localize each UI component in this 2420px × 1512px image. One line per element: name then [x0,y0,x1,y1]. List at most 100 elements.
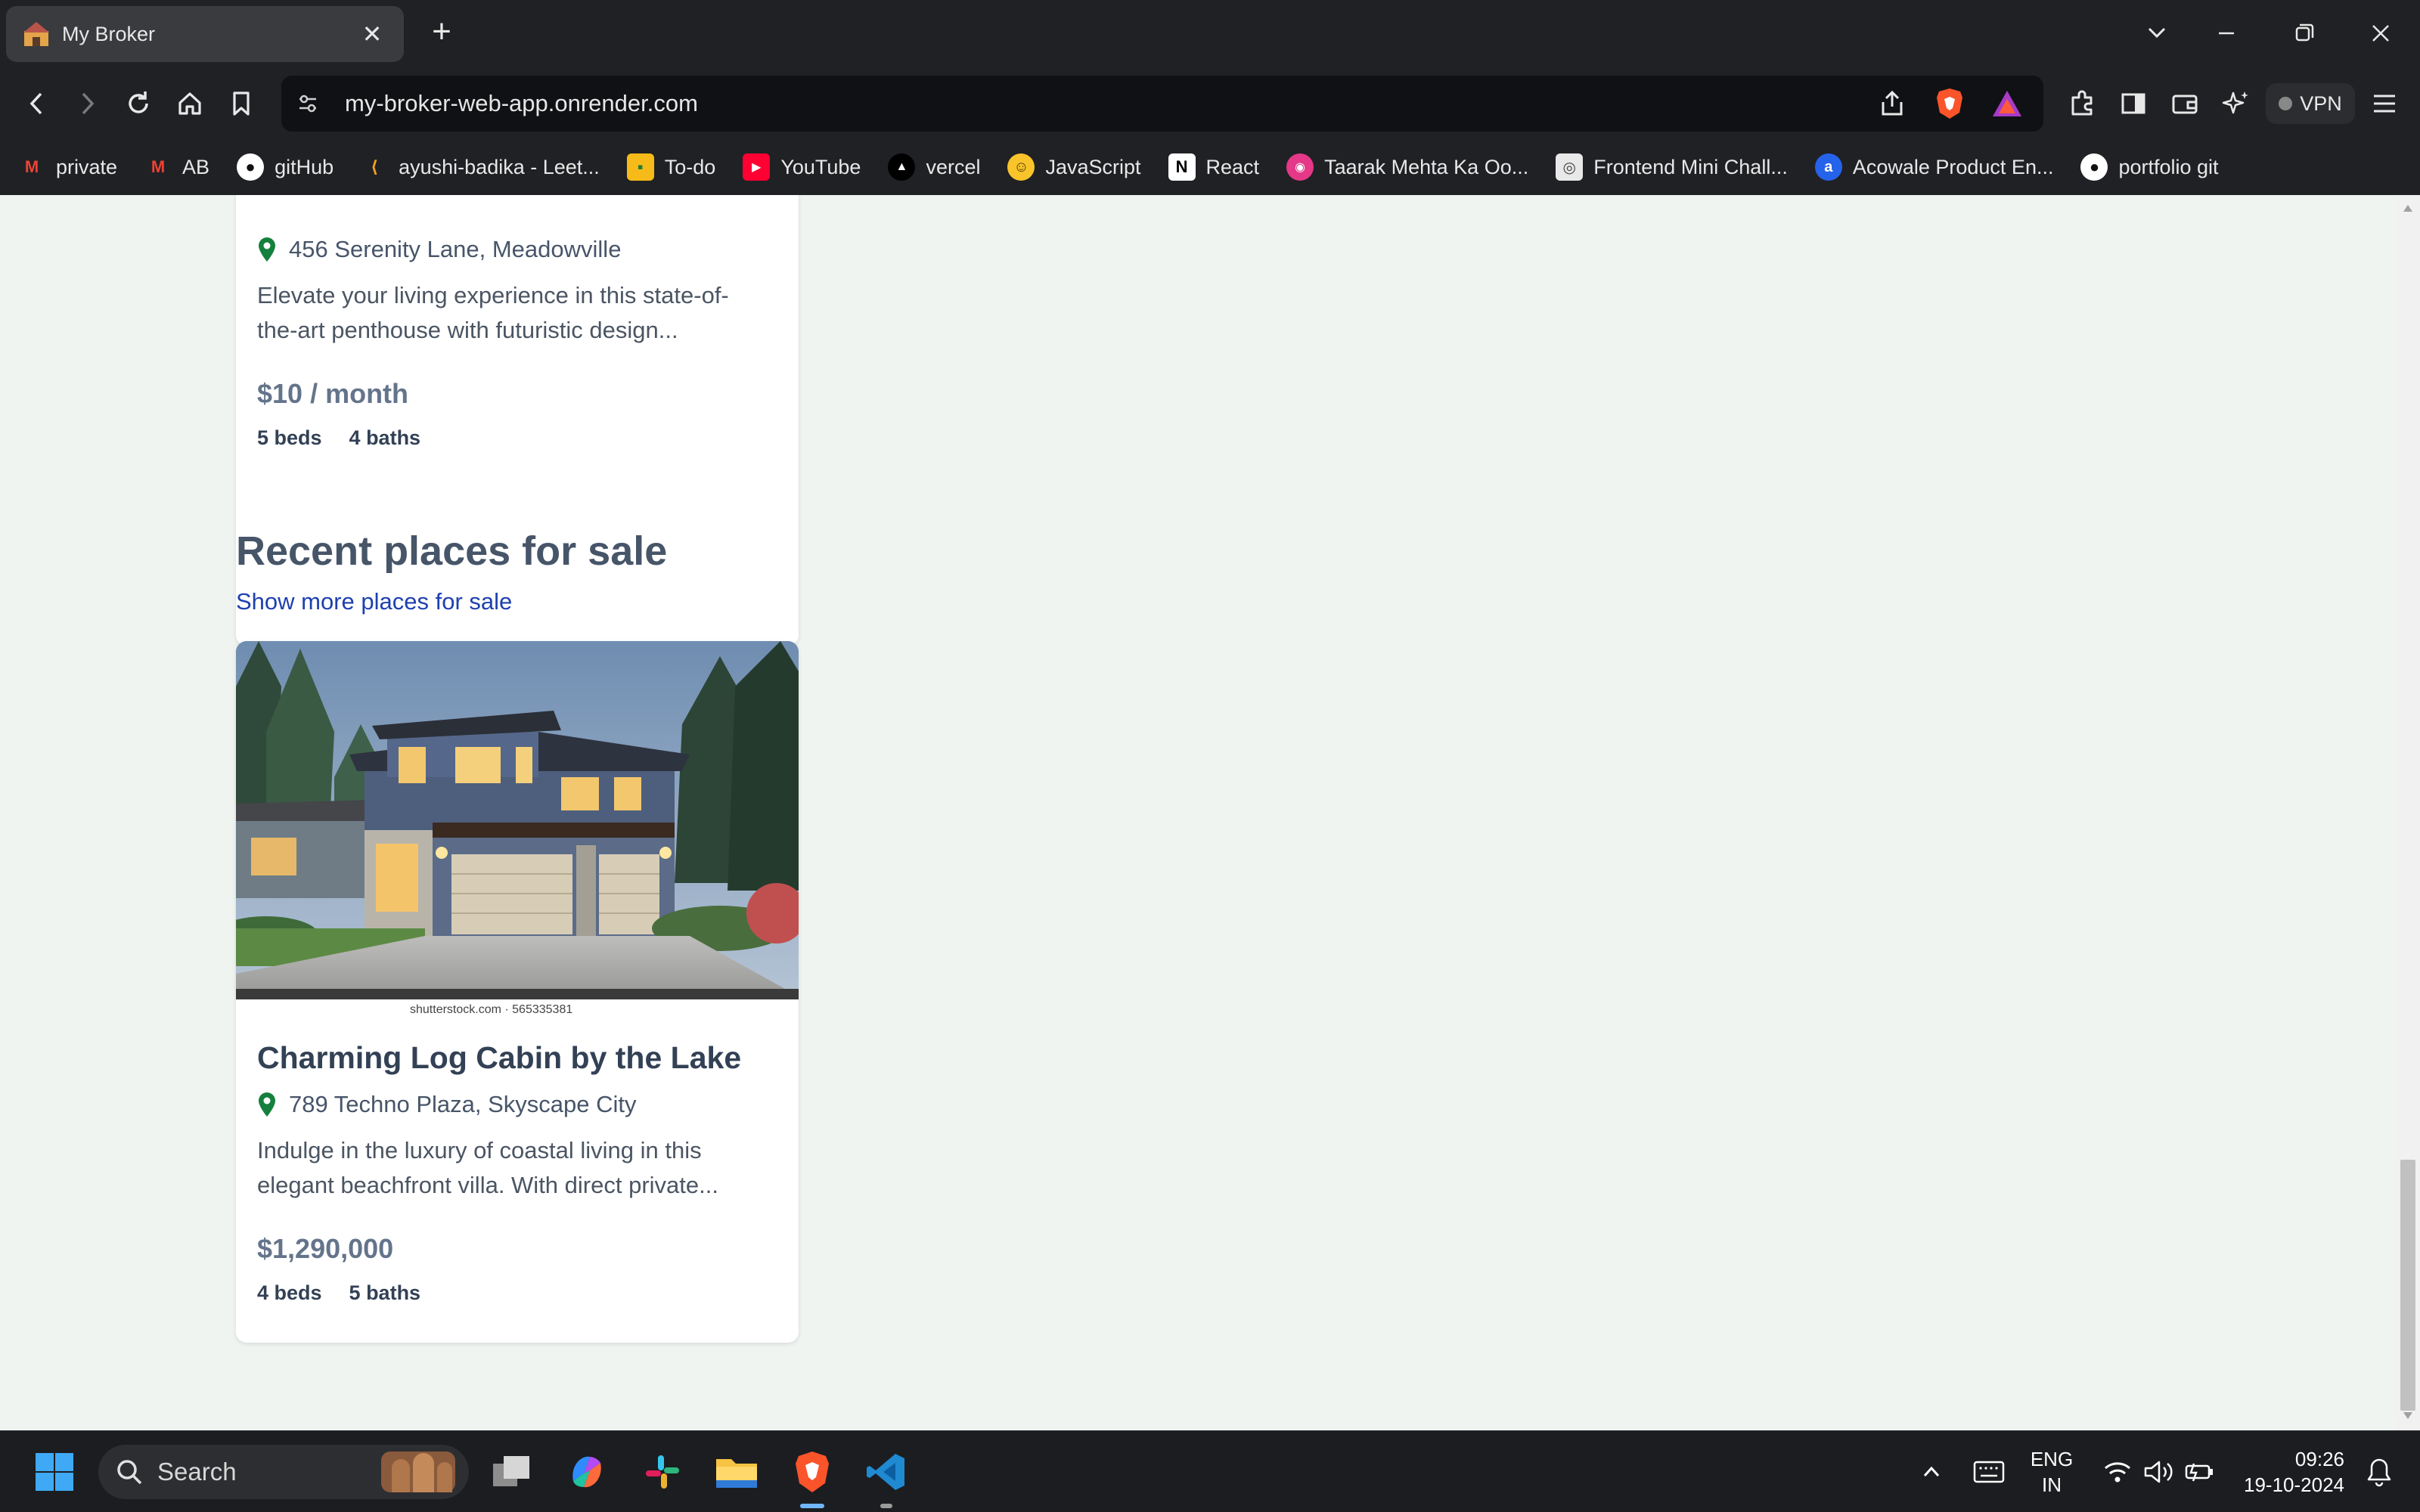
gmail-icon: M [150,157,166,176]
page-viewport: 456 Serenity Lane, Meadowville Elevate y… [0,195,2396,1430]
brave-shields-icon[interactable] [1928,82,1971,125]
bookmark-vercel[interactable]: ▲ vercel [888,153,980,181]
description-line: the-art penthouse with futuristic design… [257,317,678,343]
show-more-sale-link[interactable]: Show more places for sale [236,588,512,615]
site-settings-icon[interactable] [281,76,334,132]
listing-location: 456 Serenity Lane, Meadowville [257,236,777,263]
restore-icon[interactable] [2282,17,2325,50]
leetcode-icon: ⟨ [371,157,379,176]
bookmark-taarak[interactable]: ◉ Taarak Mehta Ka Oo... [1286,153,1528,181]
brave-rewards-icon[interactable] [1986,82,2028,125]
bookmark-portfolio-git[interactable]: ● portfolio git [2080,153,2219,181]
location-pin-icon [259,237,275,262]
copilot-icon[interactable] [561,1446,613,1498]
minimize-icon[interactable] [2205,17,2248,50]
vpn-label: VPN [2300,91,2342,115]
close-tab-icon[interactable]: ✕ [357,20,387,48]
url-text[interactable]: my-broker-web-app.onrender.com [345,90,1871,117]
listing-beds: 5 beds [257,426,322,449]
bookmark-acowale[interactable]: a Acowale Product En... [1814,153,2053,181]
task-view-icon[interactable] [486,1446,537,1498]
bookmark-frontend[interactable]: ◎ Frontend Mini Chall... [1556,153,1788,181]
tab-my-broker[interactable]: My Broker ✕ [6,6,404,62]
windows-start-icon[interactable] [29,1446,80,1498]
address-bar[interactable]: my-broker-web-app.onrender.com [281,76,2043,132]
bookmark-label: vercel [926,155,981,178]
sidebar-icon[interactable] [2113,83,2154,124]
photo-watermark: shutterstock.com · 565335381 [410,1003,572,1015]
menu-icon[interactable] [2364,83,2405,124]
language-indicator[interactable]: ENG IN [2024,1446,2080,1498]
bookmark-ab[interactable]: M AB [144,153,209,181]
listing-beds: 4 beds [257,1281,322,1304]
youtube-icon: ▶ [743,153,771,181]
listing-specs: 4 beds 5 baths [257,1281,777,1305]
listing-address: 789 Techno Plaza, Skyscape City [289,1091,637,1117]
keyboard-icon[interactable] [1963,1446,2015,1498]
bookmark-label: React [1205,155,1260,178]
channel-icon: ◉ [1286,153,1314,181]
emoji-icon: ☺ [1007,153,1035,181]
tab-search-chevron-icon[interactable] [2136,17,2178,50]
description-line: Elevate your living experience in this s… [257,282,729,308]
scroll-down-arrow-icon[interactable] [2402,1409,2414,1421]
page-scrollbar[interactable] [2396,195,2420,1430]
clock[interactable]: 09:26 19-10-2024 [2231,1446,2344,1498]
new-tab-button[interactable]: + [425,15,458,48]
listing-card-sale[interactable]: shutterstock.com · 565335381 Charming Lo… [236,641,799,1343]
wallet-icon[interactable] [2164,83,2205,124]
vpn-button[interactable]: VPN [2266,83,2355,124]
bookmark-youtube[interactable]: ▶ YouTube [743,153,861,181]
reload-icon[interactable] [119,85,157,122]
bookmark-label: To-do [664,155,716,178]
windows-taskbar: Search ENG IN 09:26 19-10-2024 [0,1430,2420,1512]
listing-baths: 4 baths [349,426,421,449]
bookmark-label: gitHub [275,155,334,178]
vercel-icon: ▲ [888,153,916,181]
show-hidden-icons-chevron-icon[interactable] [1906,1446,1957,1498]
notification-bell-icon[interactable] [2353,1446,2405,1498]
search-highlight-icon [381,1452,455,1492]
home-icon[interactable] [171,85,209,122]
active-app-indicator [800,1504,824,1508]
bookmark-react[interactable]: N React [1168,153,1260,181]
search-icon [117,1460,142,1485]
bookmark-javascript[interactable]: ☺ JavaScript [1007,153,1141,181]
leo-ai-icon[interactable] [2216,83,2257,124]
bookmarks-bar: M private M AB ● gitHub ⟨ ayushi-badika … [0,139,2420,195]
bookmark-private[interactable]: M private [18,153,117,181]
description-line: elegant beachfront villa. With direct pr… [257,1172,718,1198]
listing-photo[interactable]: shutterstock.com · 565335381 [236,641,799,1015]
battery-icon[interactable] [2173,1446,2225,1498]
clock-time: 09:26 [2294,1448,2344,1470]
taskbar-search[interactable]: Search [98,1445,469,1499]
bookmark-leetcode[interactable]: ⟨ ayushi-badika - Leet... [361,153,600,181]
bookmark-github[interactable]: ● gitHub [237,153,334,181]
vscode-icon[interactable] [861,1446,912,1498]
listing-card-rent[interactable]: 456 Serenity Lane, Meadowville Elevate y… [236,195,799,646]
bookmark-label: JavaScript [1045,155,1141,178]
forward-icon[interactable] [68,85,106,122]
tab-title: My Broker [62,22,156,45]
location-pin-icon [259,1092,275,1117]
scroll-up-arrow-icon[interactable] [2402,203,2414,215]
share-icon[interactable] [1871,82,1913,125]
extensions-icon[interactable] [2062,83,2102,124]
file-explorer-icon[interactable] [711,1446,762,1498]
language-code: ENG [2030,1448,2074,1470]
description-line: Indulge in the luxury of coastal living … [257,1137,702,1163]
section-title: Recent places for sale [236,528,668,574]
listing-title[interactable]: Charming Log Cabin by the Lake [257,1040,777,1076]
clock-date: 19-10-2024 [2244,1473,2344,1496]
scrollbar-thumb[interactable] [2400,1160,2415,1411]
bookmark-label: private [56,155,118,178]
bookmark-label: Taarak Mehta Ka Oo... [1324,155,1529,178]
close-window-icon[interactable] [2360,17,2402,50]
back-icon[interactable] [18,85,56,122]
bookmark-todo[interactable]: ▪ To-do [626,153,716,181]
listing-baths: 5 baths [349,1281,421,1304]
listing-address: 456 Serenity Lane, Meadowville [289,236,622,262]
slack-icon[interactable] [637,1446,688,1498]
brave-browser-icon[interactable] [786,1446,838,1498]
bookmark-icon[interactable] [222,85,260,122]
